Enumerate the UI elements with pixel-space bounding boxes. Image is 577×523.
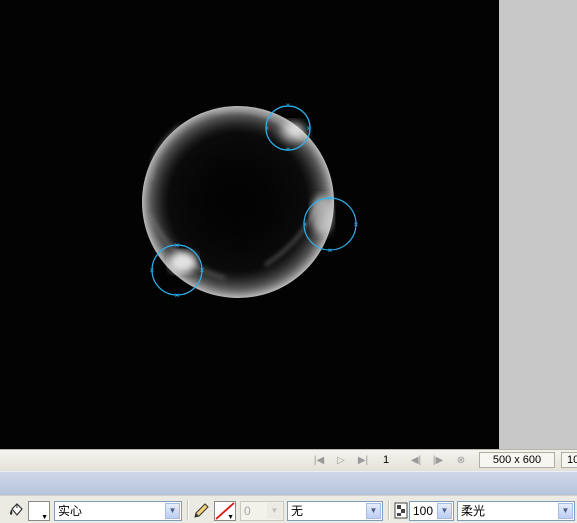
svg-text:×: ×	[328, 194, 333, 203]
blend-mode-select[interactable]: 柔光 ▼	[457, 501, 575, 521]
stroke-width-value: 0	[244, 504, 251, 518]
svg-text:×: ×	[307, 124, 312, 133]
properties-panel: ▼ 实心 ▼ ▼ 0 ▼ 无 ▼ 100 ▼ 柔光 ▼	[0, 495, 577, 523]
stage-canvas[interactable]: × × × × × × × × × × × ×	[0, 0, 499, 449]
paint-bucket-icon[interactable]	[7, 502, 25, 520]
svg-text:×: ×	[175, 291, 180, 300]
chevron-down-icon: ▼	[558, 503, 573, 519]
fill-color-swatch[interactable]: ▼	[28, 501, 50, 521]
opacity-select[interactable]: 100 ▼	[409, 501, 454, 521]
svg-text:×: ×	[265, 124, 270, 133]
highlight-bottom-left	[169, 251, 197, 273]
chevron-down-icon: ▼	[437, 503, 452, 519]
panel-divider-bar[interactable]	[0, 471, 577, 495]
stop-icon[interactable]: ⊗	[454, 454, 468, 468]
pencil-icon[interactable]	[192, 502, 210, 520]
frame-number: 1	[383, 454, 390, 466]
prev-frame-icon[interactable]: ◀|	[409, 454, 423, 468]
toolbar-separator	[388, 500, 390, 520]
next-frame-icon[interactable]: |▶	[431, 454, 445, 468]
svg-text:×: ×	[354, 220, 359, 229]
first-frame-icon[interactable]: |◀	[312, 454, 326, 468]
pasteboard	[499, 0, 577, 449]
svg-text:×: ×	[328, 246, 333, 255]
blend-mode-value: 柔光	[461, 504, 486, 518]
chevron-down-icon: ▼	[366, 503, 381, 519]
fill-style-value: 实心	[58, 504, 83, 518]
document-size[interactable]: 500 x 600	[479, 452, 555, 468]
opacity-icon[interactable]	[394, 502, 408, 519]
swatch-dropdown-icon: ▼	[41, 514, 48, 521]
toolbar-separator	[187, 500, 189, 520]
svg-text:×: ×	[150, 266, 155, 275]
svg-text:×: ×	[175, 241, 180, 250]
svg-text:×: ×	[286, 145, 291, 154]
play-icon[interactable]: ▷	[334, 454, 348, 468]
stroke-width-select: 0 ▼	[240, 501, 284, 521]
bubble-artwork: × × × × × × × × × × × ×	[142, 101, 359, 300]
swatch-dropdown-icon: ▼	[227, 514, 234, 521]
stroke-style-select[interactable]: 无 ▼	[287, 501, 383, 521]
last-frame-icon[interactable]: ▶|	[356, 454, 370, 468]
chevron-down-icon: ▼	[267, 503, 282, 519]
svg-text:×: ×	[303, 220, 308, 229]
opacity-value: 100	[413, 504, 434, 518]
zoom-level[interactable]: 10	[561, 452, 577, 468]
status-bar: |◀ ▷ ▶| 1 ◀| |▶ ⊗ 500 x 600 10	[0, 449, 577, 471]
svg-text:×: ×	[286, 101, 291, 110]
svg-text:×: ×	[200, 266, 205, 275]
highlight-top	[275, 121, 309, 149]
chevron-down-icon: ▼	[165, 503, 180, 519]
stroke-style-value: 无	[291, 504, 304, 518]
stroke-color-swatch[interactable]: ▼	[214, 501, 236, 521]
fill-style-select[interactable]: 实心 ▼	[54, 501, 182, 521]
